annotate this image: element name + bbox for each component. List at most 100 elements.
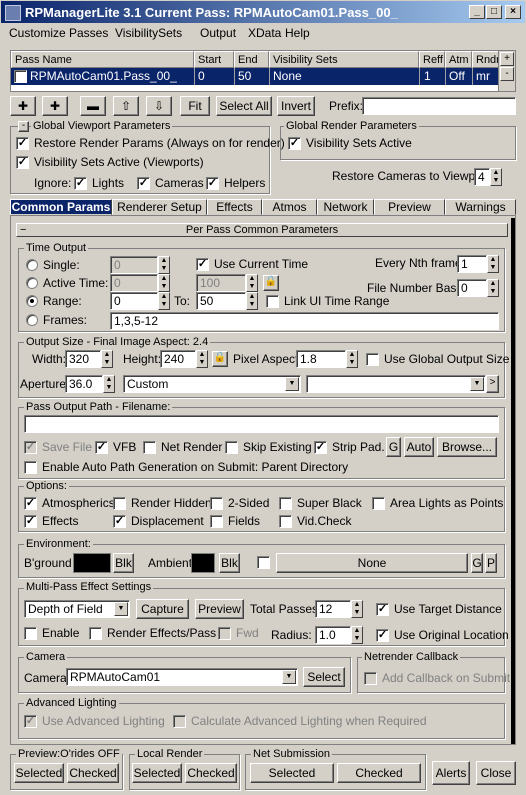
- render-effects-pass-checkbox[interactable]: [89, 627, 102, 640]
- active-time-radio[interactable]: [26, 277, 38, 289]
- tab-common-params[interactable]: Common Params: [10, 199, 112, 215]
- preset2-dropdown[interactable]: ▼: [306, 375, 486, 393]
- every-nth-spinner[interactable]: ▲ ▼: [487, 255, 499, 273]
- height-input[interactable]: 240: [160, 350, 196, 368]
- render-hidden-checkbox[interactable]: [113, 497, 126, 510]
- row-checkbox[interactable]: ✓: [14, 70, 27, 83]
- strip-pad-checkbox[interactable]: ✓: [314, 441, 327, 454]
- file-number-base-spinner[interactable]: ▲ ▼: [487, 279, 499, 297]
- width-input[interactable]: 320: [65, 350, 101, 368]
- single-radio[interactable]: [26, 259, 38, 271]
- rollout-header[interactable]: − Per Pass Common Parameters: [16, 223, 508, 237]
- prefix-input[interactable]: [362, 97, 516, 115]
- ignore-cameras-checkbox[interactable]: ✓: [137, 177, 150, 190]
- local-selected-button[interactable]: Selected: [132, 763, 182, 783]
- use-advanced-lighting-checkbox[interactable]: ✓: [24, 715, 37, 728]
- tab-warnings[interactable]: Warnings: [445, 199, 516, 215]
- tab-preview[interactable]: Preview: [374, 199, 445, 215]
- active-time-spinner[interactable]: ▲ ▼: [158, 274, 170, 292]
- atmospherics-checkbox[interactable]: ✓: [24, 497, 37, 510]
- alerts-button[interactable]: Alerts: [432, 761, 470, 785]
- add-copy-button[interactable]: ✚: [42, 96, 68, 116]
- frames-input[interactable]: 1,3,5-12: [110, 312, 499, 330]
- link-ui-time-checkbox[interactable]: [266, 295, 279, 308]
- radius-spinner[interactable]: ▲ ▼: [351, 626, 363, 644]
- col-rndr[interactable]: Rndr: [472, 51, 500, 68]
- env-map-button[interactable]: None: [276, 553, 468, 573]
- add-pass-button[interactable]: ✚: [10, 96, 36, 116]
- table-row[interactable]: ✓ RPMAutoCam01.Pass_00_ 0 50 None 1 Off …: [11, 68, 499, 85]
- close-button[interactable]: Close: [476, 761, 516, 785]
- total-passes-spinner[interactable]: ▲ ▼: [351, 600, 363, 618]
- menu-xdata[interactable]: XData: [248, 26, 281, 40]
- net-selected-button[interactable]: Selected: [250, 763, 334, 783]
- net-render-checkbox[interactable]: [143, 441, 156, 454]
- net-checked-button[interactable]: Checked: [337, 763, 421, 783]
- single-spinner[interactable]: ▲ ▼: [158, 256, 170, 274]
- remove-pass-button[interactable]: ▬: [80, 96, 106, 116]
- super-black-checkbox[interactable]: [279, 497, 292, 510]
- ambient-blk-button[interactable]: Blk: [219, 553, 240, 573]
- calc-advanced-lighting-checkbox[interactable]: [173, 715, 186, 728]
- col-visibility-sets[interactable]: Visibility Sets: [269, 51, 419, 68]
- aperture-spinner[interactable]: ▲ ▼: [103, 375, 115, 393]
- camera-select-button[interactable]: Select: [303, 667, 345, 687]
- preset-more-button[interactable]: >: [486, 375, 499, 393]
- local-checked-button[interactable]: Checked: [185, 763, 237, 783]
- single-input[interactable]: 0: [110, 256, 158, 274]
- aperture-input[interactable]: 36.0: [65, 375, 103, 393]
- select-all-button[interactable]: Select All: [216, 96, 272, 116]
- preset-dropdown[interactable]: Custom ▼: [123, 375, 301, 393]
- every-nth-input[interactable]: 1: [457, 255, 487, 273]
- auto-button[interactable]: Auto: [404, 437, 434, 457]
- preview-button[interactable]: Preview: [195, 599, 244, 619]
- enable-auto-path-checkbox[interactable]: [24, 461, 37, 474]
- pass-grid[interactable]: Pass Name Start End Visibility Sets Reff…: [10, 50, 516, 92]
- restore-cameras-input[interactable]: 4: [474, 168, 490, 186]
- frames-radio[interactable]: [26, 314, 38, 326]
- ambient-color-swatch[interactable]: [191, 553, 215, 573]
- radius-input[interactable]: 1.0: [315, 626, 351, 644]
- g-button[interactable]: G: [386, 437, 401, 457]
- file-number-base-input[interactable]: 0: [457, 279, 487, 297]
- vis-sets-render-checkbox[interactable]: ✓: [288, 137, 301, 150]
- area-lights-checkbox[interactable]: [372, 497, 385, 510]
- capture-button[interactable]: Capture: [136, 599, 189, 619]
- aspect-lock-icon[interactable]: 🔒: [212, 351, 228, 367]
- vfb-checkbox[interactable]: ✓: [95, 441, 108, 454]
- range-radio[interactable]: [26, 295, 38, 307]
- active-time-to-spinner[interactable]: ▲ ▼: [246, 274, 258, 292]
- range-from-input[interactable]: 0: [110, 292, 158, 310]
- save-file-checkbox[interactable]: ✓: [24, 441, 37, 454]
- env-map-checkbox[interactable]: [257, 556, 270, 569]
- use-global-output-size-checkbox[interactable]: [366, 353, 379, 366]
- tab-effects[interactable]: Effects: [207, 199, 262, 215]
- range-to-spinner[interactable]: ▲ ▼: [246, 292, 258, 310]
- tab-renderer-setup[interactable]: Renderer Setup: [112, 199, 207, 215]
- grid-scrollbar[interactable]: + -: [498, 51, 515, 91]
- two-sided-checkbox[interactable]: [210, 497, 223, 510]
- maximize-icon[interactable]: □: [486, 5, 502, 19]
- env-g-button[interactable]: G: [471, 553, 483, 573]
- pixel-aspect-input[interactable]: 1.8: [296, 350, 346, 368]
- skip-existing-checkbox[interactable]: [225, 441, 238, 454]
- scroll-down-icon[interactable]: -: [500, 67, 514, 81]
- move-up-button[interactable]: ⇧: [113, 96, 139, 116]
- tab-atmos[interactable]: Atmos: [262, 199, 317, 215]
- width-spinner[interactable]: ▲ ▼: [101, 350, 113, 368]
- minimize-icon[interactable]: _: [469, 5, 485, 19]
- use-original-location-checkbox[interactable]: ✓: [376, 629, 389, 642]
- menu-help[interactable]: Help: [285, 26, 310, 40]
- close-icon[interactable]: ×: [505, 5, 521, 19]
- tab-network[interactable]: Network: [317, 199, 374, 215]
- move-down-button[interactable]: ⇩: [146, 96, 172, 116]
- browse-button[interactable]: Browse...: [437, 437, 497, 457]
- fwd-checkbox[interactable]: [218, 627, 231, 640]
- col-start[interactable]: Start: [194, 51, 234, 68]
- use-target-distance-checkbox[interactable]: ✓: [376, 603, 389, 616]
- col-atm[interactable]: Atm: [445, 51, 472, 68]
- active-time-input[interactable]: 0: [110, 274, 158, 292]
- active-time-to-input[interactable]: 100: [196, 274, 246, 292]
- panel-scrollbar[interactable]: [511, 218, 515, 744]
- output-path-input[interactable]: [24, 415, 499, 433]
